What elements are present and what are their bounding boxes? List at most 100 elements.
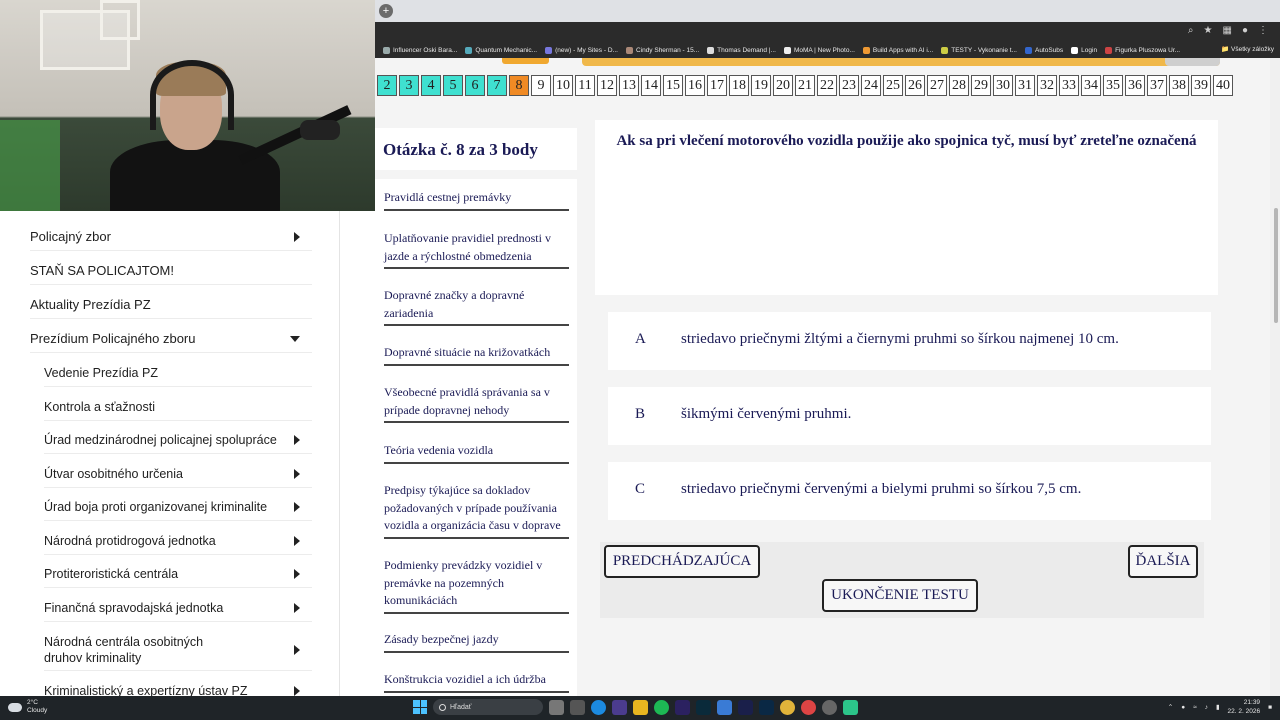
question-number-button[interactable]: 19: [751, 75, 771, 96]
question-number-button[interactable]: 38: [1169, 75, 1189, 96]
question-number-button[interactable]: 17: [707, 75, 727, 96]
premiere-icon[interactable]: [738, 699, 753, 715]
edge-icon[interactable]: [591, 699, 606, 715]
sidebar-item-aktuality[interactable]: Aktuality Prezídia PZ: [30, 291, 312, 319]
volume-icon[interactable]: ♪: [1205, 704, 1208, 711]
question-number-button[interactable]: 33: [1059, 75, 1079, 96]
bookmark-item[interactable]: AutoSubs: [1024, 46, 1063, 54]
menu-icon[interactable]: ⋮: [1258, 25, 1268, 36]
sidebar-item-protidrogova-jednotka[interactable]: Národná protidrogová jednotka: [44, 527, 312, 555]
question-number-button[interactable]: 16: [685, 75, 705, 96]
finish-test-button[interactable]: UKONČENIE TESTU: [822, 579, 978, 612]
sidebar-item-financna-jednotka[interactable]: Finančná spravodajská jednotka: [44, 594, 312, 622]
bookmark-item[interactable]: TESTY - Vykonanie t...: [941, 46, 1017, 54]
chrome-profile-icon[interactable]: [801, 699, 816, 715]
bookmark-item[interactable]: Login: [1071, 46, 1097, 54]
chevron-up-icon[interactable]: ⌃: [1168, 703, 1173, 711]
spotify-icon[interactable]: [654, 699, 669, 715]
question-number-button[interactable]: 32: [1037, 75, 1057, 96]
question-number-button[interactable]: 11: [575, 75, 595, 96]
file-explorer-icon[interactable]: [633, 699, 648, 715]
mail-icon[interactable]: [717, 699, 732, 715]
lightroom-icon[interactable]: [696, 699, 711, 715]
sidebar-item-stan-sa-policajtom[interactable]: STAŇ SA POLICAJTOM!: [30, 257, 312, 285]
category-item[interactable]: Dopravné situácie na križovatkách: [384, 344, 569, 366]
question-number-button[interactable]: 12: [597, 75, 617, 96]
widgets-icon[interactable]: [570, 699, 585, 715]
battery-icon[interactable]: ▮: [1216, 703, 1220, 711]
bookmark-item[interactable]: MoMA | New Photo...: [783, 46, 855, 54]
question-number-button[interactable]: 5: [443, 75, 463, 96]
question-number-button[interactable]: 39: [1191, 75, 1211, 96]
question-number-button[interactable]: 34: [1081, 75, 1101, 96]
question-number-button[interactable]: 4: [421, 75, 441, 96]
answer-option-b[interactable]: B šikmými červenými pruhmi.: [608, 387, 1211, 445]
question-number-button[interactable]: 37: [1147, 75, 1167, 96]
question-number-button[interactable]: 13: [619, 75, 639, 96]
sidebar-item-organizovana-kriminalita[interactable]: Úrad boja proti organizovanej kriminalit…: [44, 493, 312, 521]
question-number-button[interactable]: 24: [861, 75, 881, 96]
microphone-tray-icon[interactable]: ●: [1181, 704, 1185, 711]
question-number-button[interactable]: 31: [1015, 75, 1035, 96]
clock[interactable]: 21:39 22. 2. 2026: [1228, 698, 1261, 716]
question-number-button[interactable]: 8: [509, 75, 529, 96]
category-item[interactable]: Predpisy týkajúce sa dokladov požadovaný…: [384, 482, 569, 539]
question-number-button[interactable]: 40: [1213, 75, 1233, 96]
after-effects-icon[interactable]: [675, 699, 690, 715]
question-number-button[interactable]: 10: [553, 75, 573, 96]
previous-button[interactable]: PREDCHÁDZAJÚCA: [604, 545, 760, 578]
sidebar-item-utvar-osobitneho-urcenia[interactable]: Útvar osobitného určenia: [44, 460, 312, 488]
sidebar-item-prezidium[interactable]: Prezídium Policajného zboru: [30, 325, 312, 353]
question-number-button[interactable]: 14: [641, 75, 661, 96]
star-icon[interactable]: ★: [1204, 25, 1213, 36]
windows-start-icon[interactable]: [413, 700, 427, 714]
question-number-button[interactable]: 6: [465, 75, 485, 96]
category-item[interactable]: Podmienky prevádzky vozidiel v premávke …: [384, 557, 569, 614]
bookmark-item[interactable]: (new) - My Sites - D...: [545, 46, 618, 54]
question-number-button[interactable]: 15: [663, 75, 683, 96]
wifi-icon[interactable]: ≈: [1193, 704, 1197, 711]
category-item[interactable]: Konštrukcia vozidiel a ich údržba: [384, 671, 569, 693]
question-number-button[interactable]: 21: [795, 75, 815, 96]
sidebar-item-protiteroristicka-centrala[interactable]: Protiteroristická centrála: [44, 560, 312, 588]
question-number-button[interactable]: 20: [773, 75, 793, 96]
question-number-button[interactable]: 22: [817, 75, 837, 96]
question-number-button[interactable]: 27: [927, 75, 947, 96]
notifications-icon[interactable]: ■: [1268, 704, 1272, 711]
app-gem-icon[interactable]: [843, 699, 858, 715]
question-number-button[interactable]: 35: [1103, 75, 1123, 96]
bookmark-item[interactable]: Build Apps with AI i...: [862, 46, 933, 54]
extensions-icon[interactable]: ▦: [1223, 25, 1232, 36]
bookmark-item[interactable]: Thomas Demand |...: [707, 46, 776, 54]
obs-icon[interactable]: [822, 699, 837, 715]
task-view-icon[interactable]: [549, 699, 564, 715]
app-me-icon[interactable]: [612, 699, 627, 715]
scrollbar-thumb[interactable]: [1274, 208, 1278, 323]
question-number-button[interactable]: 3: [399, 75, 419, 96]
category-item[interactable]: Všeobecné pravidlá správania sa v prípad…: [384, 384, 569, 423]
question-number-button[interactable]: 18: [729, 75, 749, 96]
category-item[interactable]: Teória vedenia vozidla: [384, 442, 569, 464]
question-number-button[interactable]: 28: [949, 75, 969, 96]
category-item[interactable]: Uplatňovanie pravidiel prednosti v jazde…: [384, 230, 569, 269]
question-number-button[interactable]: 2: [377, 75, 397, 96]
sidebar-item-kriminalisticky-ustav[interactable]: Kriminalistický a expertízny ústav PZ: [44, 677, 312, 696]
next-button[interactable]: ĎALŠIA: [1128, 545, 1198, 578]
question-number-button[interactable]: 7: [487, 75, 507, 96]
bookmark-item[interactable]: Quantum Mechanic...: [465, 46, 537, 54]
zoom-icon[interactable]: ⌕: [1188, 25, 1194, 36]
question-number-button[interactable]: 30: [993, 75, 1013, 96]
new-tab-button[interactable]: +: [379, 4, 393, 18]
question-number-button[interactable]: 25: [883, 75, 903, 96]
page-scrollbar[interactable]: [1272, 58, 1280, 696]
profile-icon[interactable]: ●: [1242, 25, 1248, 36]
sidebar-item-kontrola[interactable]: Kontrola a sťažnosti: [44, 393, 312, 421]
chrome-icon[interactable]: [780, 699, 795, 715]
all-bookmarks-button[interactable]: 📁 Všetky záložky: [1221, 45, 1274, 53]
sidebar-item-medzinarodna-spolupraca[interactable]: Úrad medzinárodnej policajnej spolupráce: [44, 426, 312, 454]
photoshop-icon[interactable]: [759, 699, 774, 715]
answer-option-c[interactable]: C striedavo priečnymi červenými a bielym…: [608, 462, 1211, 520]
question-number-button[interactable]: 29: [971, 75, 991, 96]
taskbar-search[interactable]: Hľadať: [433, 699, 543, 715]
answer-option-a[interactable]: A striedavo priečnymi žltými a čiernymi …: [608, 312, 1211, 370]
